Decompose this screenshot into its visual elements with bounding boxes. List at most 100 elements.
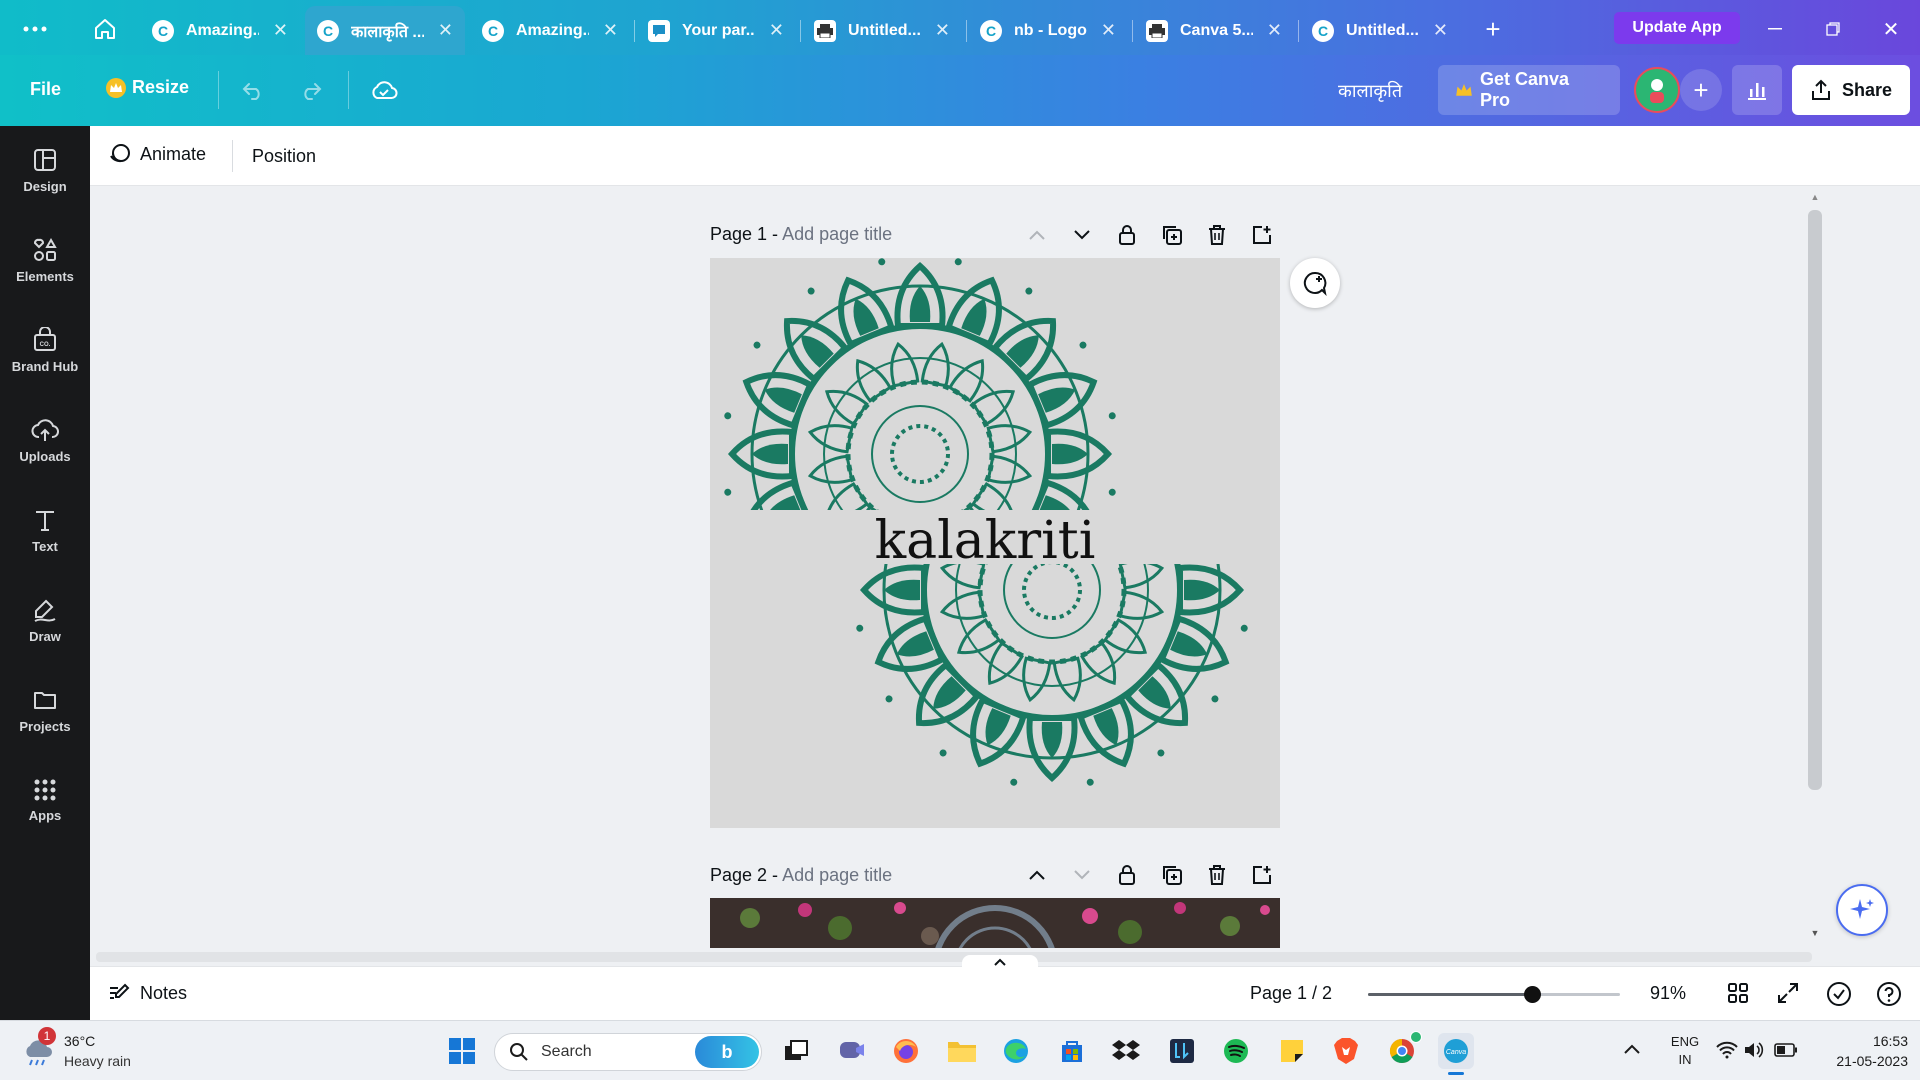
move-page-up-icon[interactable] <box>1024 222 1050 248</box>
scroll-down-arrow[interactable]: ▼ <box>1808 928 1822 940</box>
close-icon[interactable]: ✕ <box>1101 20 1116 41</box>
wordmark-text[interactable]: kalakriti <box>875 511 1096 571</box>
page-title-input[interactable]: Add page title <box>782 865 892 885</box>
file-explorer-icon[interactable] <box>944 1033 980 1069</box>
pages-panel-toggle[interactable] <box>962 955 1038 969</box>
dropbox-icon[interactable] <box>1108 1033 1144 1069</box>
close-icon[interactable]: ✕ <box>935 20 950 41</box>
browser-menu-icon[interactable] <box>20 14 50 44</box>
insights-button[interactable] <box>1732 65 1782 115</box>
move-page-up-icon[interactable] <box>1024 862 1050 888</box>
sidebar-item-elements[interactable]: Elements <box>0 220 90 300</box>
editor-app-icon[interactable] <box>1164 1033 1200 1069</box>
page-1-canvas[interactable]: kalakriti <box>710 258 1280 828</box>
add-page-icon[interactable] <box>1249 222 1275 248</box>
share-button[interactable]: Share <box>1792 65 1910 115</box>
microsoft-store-icon[interactable] <box>1054 1033 1090 1069</box>
close-icon[interactable]: ✕ <box>438 20 453 41</box>
position-button[interactable]: Position <box>252 146 316 167</box>
help-icon[interactable] <box>1876 981 1902 1012</box>
firefox-icon[interactable] <box>888 1033 924 1069</box>
sidebar-item-apps[interactable]: Apps <box>0 760 90 840</box>
file-menu[interactable]: File <box>30 79 61 100</box>
canva-taskbar-icon[interactable]: Canva <box>1438 1033 1474 1075</box>
user-avatar[interactable] <box>1634 67 1680 113</box>
editor-bottom-bar: Notes Page 1 / 2 91% <box>90 955 1920 1020</box>
browser-tab[interactable]: C nb - Logo ✕ <box>968 6 1128 55</box>
resize-button[interactable]: Resize <box>106 77 189 98</box>
animate-button[interactable]: Animate <box>108 142 206 166</box>
add-collaborator-icon[interactable]: + <box>1680 69 1722 111</box>
minimize-icon[interactable] <box>1760 14 1790 44</box>
brave-icon[interactable] <box>1328 1033 1364 1069</box>
spotify-icon[interactable] <box>1218 1033 1254 1069</box>
grid-view-icon[interactable] <box>1726 981 1750 1010</box>
close-icon[interactable]: ✕ <box>603 20 618 41</box>
page-2-canvas[interactable] <box>710 898 1280 948</box>
redo-icon[interactable] <box>296 75 326 105</box>
vertical-scrollbar[interactable] <box>1808 210 1822 790</box>
language-indicator[interactable]: ENG IN <box>1665 1033 1705 1069</box>
sidebar-item-draw[interactable]: Draw <box>0 580 90 660</box>
zoom-slider-thumb[interactable] <box>1523 986 1541 1003</box>
system-tray-chevron-icon[interactable] <box>1624 1041 1640 1059</box>
zoom-slider[interactable] <box>1368 986 1620 1003</box>
chrome-icon[interactable] <box>1384 1031 1422 1069</box>
close-icon[interactable]: ✕ <box>1267 20 1282 41</box>
delete-page-icon[interactable] <box>1204 862 1230 888</box>
taskbar-search[interactable]: Search b <box>494 1033 762 1071</box>
browser-tab[interactable]: Your par... ✕ <box>636 6 796 55</box>
document-title[interactable]: कालाकृति <box>1338 79 1402 103</box>
sidebar-item-projects[interactable]: Projects <box>0 670 90 750</box>
duplicate-page-icon[interactable] <box>1159 222 1185 248</box>
windows-start-icon[interactable] <box>444 1033 480 1069</box>
cloud-saved-icon[interactable] <box>368 75 400 105</box>
sidebar-item-design[interactable]: Design <box>0 130 90 210</box>
update-app-button[interactable]: Update App <box>1614 12 1740 44</box>
new-tab-plus-icon[interactable]: + <box>1478 14 1508 44</box>
browser-tab[interactable]: Untitled... ✕ <box>802 6 962 55</box>
magic-assistant-button[interactable] <box>1836 884 1888 936</box>
lock-icon[interactable] <box>1114 862 1140 888</box>
add-page-icon[interactable] <box>1249 862 1275 888</box>
battery-icon[interactable] <box>1774 1043 1798 1062</box>
browser-tab[interactable]: Canva 5... ✕ <box>1134 6 1294 55</box>
weather-widget[interactable]: 1 36°C Heavy rain <box>20 1027 150 1073</box>
teams-chat-icon[interactable] <box>834 1033 870 1069</box>
lock-icon[interactable] <box>1114 222 1140 248</box>
move-page-down-icon[interactable] <box>1069 222 1095 248</box>
window-close-icon[interactable]: ✕ <box>1876 14 1906 44</box>
sticky-notes-icon[interactable] <box>1274 1033 1310 1069</box>
duplicate-page-icon[interactable] <box>1159 862 1185 888</box>
check-circle-icon[interactable] <box>1826 981 1852 1012</box>
get-canva-pro-button[interactable]: Get Canva Pro <box>1438 65 1620 115</box>
horizontal-scrollbar[interactable] <box>96 952 1812 962</box>
edge-icon[interactable] <box>998 1033 1034 1069</box>
delete-page-icon[interactable] <box>1204 222 1230 248</box>
page-title-input[interactable]: Add page title <box>782 224 892 244</box>
browser-tab[interactable]: C Amazing... ✕ <box>140 6 300 55</box>
close-icon[interactable]: ✕ <box>273 20 288 41</box>
clock[interactable]: 16:53 21-05-2023 <box>1812 1031 1908 1071</box>
fullscreen-icon[interactable] <box>1776 981 1800 1010</box>
add-comment-button[interactable] <box>1290 258 1340 308</box>
zoom-percent[interactable]: 91% <box>1650 983 1686 1004</box>
sidebar-item-uploads[interactable]: Uploads <box>0 400 90 480</box>
browser-tab[interactable]: C Untitled... ✕ <box>1300 6 1460 55</box>
close-icon[interactable]: ✕ <box>769 20 784 41</box>
notes-button[interactable]: Notes <box>108 982 187 1004</box>
sidebar-item-brand-hub[interactable]: CO. Brand Hub <box>0 310 90 390</box>
sidebar-item-text[interactable]: Text <box>0 490 90 570</box>
browser-tab-active[interactable]: C कालाकृति ... ✕ <box>305 6 465 55</box>
restore-icon[interactable] <box>1818 14 1848 44</box>
page-indicator[interactable]: Page 1 / 2 <box>1250 983 1332 1004</box>
home-icon[interactable] <box>90 14 120 44</box>
move-page-down-icon[interactable] <box>1069 862 1095 888</box>
browser-tab[interactable]: C Amazing... ✕ <box>470 6 630 55</box>
volume-icon[interactable] <box>1744 1041 1764 1064</box>
scroll-up-arrow[interactable]: ▲ <box>1808 192 1822 204</box>
task-view-icon[interactable] <box>778 1033 814 1069</box>
wifi-icon[interactable] <box>1716 1041 1738 1064</box>
close-icon[interactable]: ✕ <box>1433 20 1448 41</box>
undo-icon[interactable] <box>238 75 268 105</box>
